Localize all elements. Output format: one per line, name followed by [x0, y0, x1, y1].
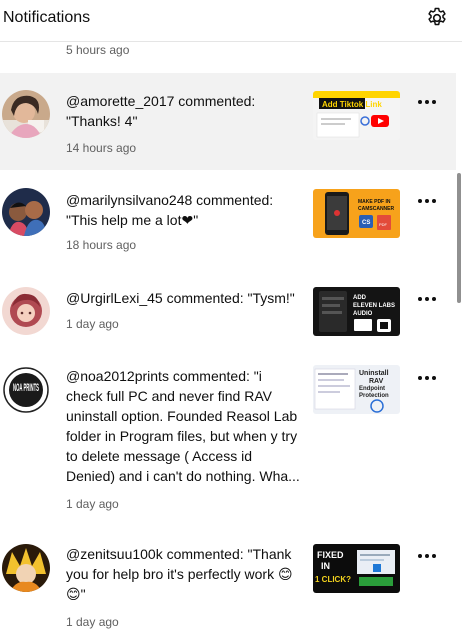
page-title: Notifications: [3, 9, 91, 26]
svg-text:1 CLICK?: 1 CLICK?: [315, 575, 351, 584]
more-dot-icon: [418, 199, 422, 203]
more-dot-icon: [418, 554, 422, 558]
video-thumbnail[interactable]: ADD ELEVEN LABS AUDIO: [313, 287, 400, 336]
notification-text: @amorette_2017 commented: "Thanks! 4": [66, 93, 256, 129]
svg-text:AUDIO: AUDIO: [353, 311, 373, 317]
more-dot-icon: [425, 100, 429, 104]
avatar: [2, 544, 50, 592]
notification-text: @marilynsilvano248 commented: "This help…: [66, 192, 274, 228]
avatar: NOA PRINTS: [2, 366, 50, 414]
svg-text:CS: CS: [362, 220, 370, 226]
more-dot-icon: [432, 199, 436, 203]
avatar-text: NOA PRINTS: [13, 382, 39, 394]
svg-text:ADD: ADD: [353, 295, 367, 301]
notification-time: 1 day ago: [66, 317, 119, 331]
notification-time: 18 hours ago: [66, 238, 137, 252]
svg-text:PDF: PDF: [379, 222, 388, 227]
video-thumbnail[interactable]: MAKE PDF IN CAMSCANNER CS PDF: [313, 189, 400, 238]
more-options-button[interactable]: [418, 289, 438, 309]
more-dot-icon: [418, 100, 422, 104]
more-dot-icon: [418, 297, 422, 301]
notification-time: 5 hours ago: [66, 43, 130, 57]
more-dot-icon: [425, 199, 429, 203]
notification-time: 1 day ago: [66, 615, 119, 629]
more-dot-icon: [425, 297, 429, 301]
gear-icon: [428, 7, 446, 26]
notification-item[interactable]: @UrgirlLexi_45 commented: "Tysm!" 1 day …: [0, 270, 456, 348]
notification-time: 1 day ago: [66, 497, 119, 511]
svg-text:Endpoint: Endpoint: [359, 386, 385, 392]
video-thumbnail[interactable]: FIXED IN 1 CLICK?: [313, 544, 400, 593]
more-options-button[interactable]: [418, 191, 438, 211]
more-dot-icon: [432, 554, 436, 558]
settings-button[interactable]: [425, 6, 449, 30]
notification-item[interactable]: NOA PRINTS @noa2012prints commented: "i …: [0, 348, 456, 528]
avatar: [2, 188, 50, 236]
more-dot-icon: [418, 376, 422, 380]
avatar: [2, 287, 50, 335]
thumbnail-text: Add Tiktok Link: [322, 100, 382, 109]
more-dot-icon: [432, 297, 436, 301]
notification-item[interactable]: @amorette_2017 commented: "Thanks! 4" 14…: [0, 73, 456, 170]
scrollbar[interactable]: [456, 43, 462, 630]
more-options-button[interactable]: [418, 546, 438, 566]
avatar: [2, 90, 50, 138]
more-dot-icon: [432, 376, 436, 380]
svg-text:Protection: Protection: [359, 393, 389, 399]
video-thumbnail[interactable]: Uninstall RAV Endpoint Protection: [313, 365, 400, 414]
svg-text:MAKE PDF IN: MAKE PDF IN: [358, 199, 391, 205]
notification-time: 14 hours ago: [66, 141, 137, 155]
scrollbar-thumb[interactable]: [457, 173, 461, 303]
notification-item[interactable]: @marilynsilvano248 commented: "This help…: [0, 170, 456, 270]
notification-item[interactable]: @zenitsuu100k commented: "Thank you for …: [0, 528, 456, 630]
more-dot-icon: [425, 376, 429, 380]
svg-text:Uninstall: Uninstall: [359, 370, 389, 377]
more-options-button[interactable]: [418, 368, 438, 388]
svg-text:IN: IN: [321, 561, 330, 571]
notifications-panel: Notifications 5 hours ago @amorette_2017…: [0, 0, 462, 630]
svg-text:FIXED: FIXED: [317, 550, 344, 560]
video-thumbnail[interactable]: Add Tiktok Link: [313, 91, 400, 140]
more-dot-icon: [425, 554, 429, 558]
svg-text:CAMSCANNER: CAMSCANNER: [358, 206, 395, 212]
notification-text: @zenitsuu100k commented: "Thank you for …: [66, 546, 293, 602]
notification-text: @noa2012prints commented: "i check full …: [66, 368, 300, 484]
notifications-header: Notifications: [0, 0, 462, 42]
notification-text: @UrgirlLexi_45 commented: "Tysm!": [66, 290, 295, 306]
svg-text:ELEVEN LABS: ELEVEN LABS: [353, 303, 395, 309]
more-options-button[interactable]: [418, 92, 438, 112]
svg-text:RAV: RAV: [369, 378, 384, 385]
more-dot-icon: [432, 100, 436, 104]
